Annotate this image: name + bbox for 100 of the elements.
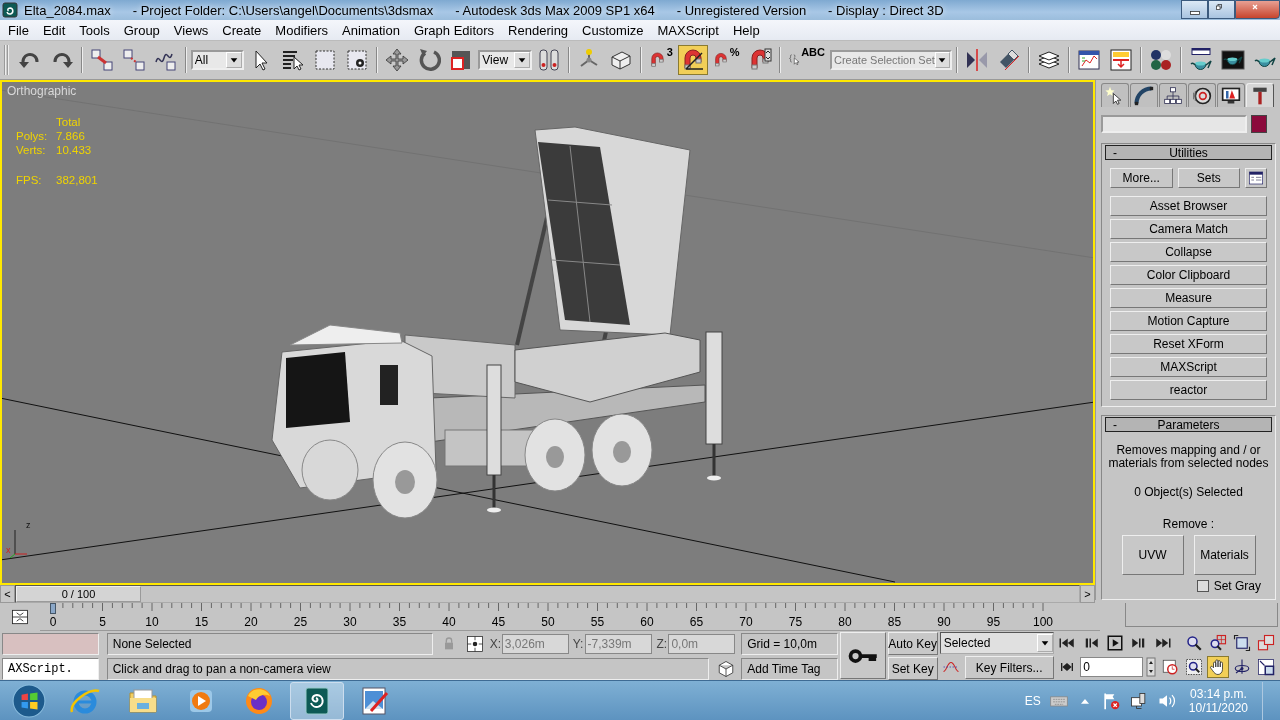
menu-item[interactable]: Modifiers — [268, 22, 336, 38]
sets-button[interactable]: Sets — [1177, 168, 1240, 188]
next-frame-button[interactable]: > — [1080, 585, 1095, 603]
menu-item[interactable]: MAXScript — [650, 22, 726, 38]
caret-icon — [226, 52, 243, 68]
caret-icon — [1036, 634, 1053, 652]
key-filters-button[interactable]: Key Filters... — [964, 656, 1054, 679]
frame-number: 75 — [788, 615, 803, 629]
time-slider-thumb[interactable]: 0 / 100 — [16, 586, 141, 602]
frame-number: 45 — [491, 615, 506, 629]
utility-button[interactable]: Measure — [1110, 288, 1267, 308]
frame-number: 70 — [739, 615, 753, 629]
window-title: - Display : Direct 3D — [828, 2, 944, 18]
checkbox-label: Set Gray — [1213, 579, 1261, 593]
close-button[interactable] — [1235, 0, 1280, 19]
stat-value: 10.433 — [56, 144, 93, 156]
frame-number: 5 — [99, 615, 106, 629]
listener-field[interactable] — [2, 632, 99, 655]
panel-tab[interactable] — [1130, 83, 1158, 107]
selection-set-dropdown[interactable]: Create Selection Set — [830, 50, 952, 70]
utility-button[interactable]: Collapse — [1110, 242, 1267, 262]
menu-item[interactable]: Graph Editors — [406, 22, 502, 38]
axis-label: x — [6, 545, 11, 555]
frame-number: 10 — [145, 615, 159, 629]
menu-item[interactable]: Tools — [72, 22, 117, 38]
utility-button[interactable]: MAXScript — [1110, 357, 1267, 377]
dropdown[interactable]: View — [478, 50, 532, 70]
spinner-icon[interactable] — [1146, 657, 1157, 677]
menu-item[interactable]: Group — [116, 22, 167, 38]
set-key-button[interactable]: Set Key — [887, 657, 938, 680]
utility-button[interactable]: Asset Browser — [1110, 196, 1267, 216]
angle-magnet-icon[interactable] — [677, 45, 708, 75]
arc-icon — [1134, 85, 1154, 106]
window-title: - Unregistered Version — [676, 2, 807, 18]
frame-number: 55 — [590, 615, 605, 629]
utility-button[interactable]: reactor — [1110, 380, 1267, 400]
previous-frame-button[interactable]: < — [0, 585, 15, 603]
frame-number: 95 — [986, 615, 1001, 629]
selection-count: 0 Object(s) Selected — [1133, 485, 1244, 499]
panel-tab[interactable] — [1217, 83, 1245, 107]
hand-icon[interactable] — [1206, 656, 1229, 678]
utility-button[interactable]: Camera Match — [1110, 219, 1267, 239]
monitor-icon — [1221, 85, 1241, 106]
restore-button[interactable] — [1208, 0, 1235, 19]
key-icon[interactable] — [840, 632, 886, 679]
window-title: - Autodesk 3ds Max 2009 SP1 x64 — [455, 2, 655, 18]
frame-number: 65 — [689, 615, 704, 629]
frame-number: 80 — [838, 615, 852, 629]
utility-button[interactable]: Motion Capture — [1110, 311, 1267, 331]
hierarchy-icon — [1163, 85, 1183, 106]
axis-label: z — [26, 520, 31, 530]
auto-key-button[interactable]: Auto Key — [887, 632, 938, 655]
stat-label: Polys: — [16, 130, 49, 142]
wheel-icon — [1192, 85, 1212, 106]
key-mode-dropdown[interactable]: Selected — [939, 632, 1054, 654]
panel-tab[interactable] — [1188, 83, 1216, 107]
remove-button[interactable]: Materials — [1193, 535, 1256, 575]
frame-field[interactable]: 0 — [1080, 657, 1144, 677]
frame-number: 100 — [1033, 615, 1053, 629]
remove-button[interactable]: UVW — [1121, 535, 1184, 575]
utility-button[interactable]: Reset XForm — [1110, 334, 1267, 354]
panel-tab[interactable] — [1159, 83, 1187, 107]
stat-label: Verts: — [16, 144, 47, 156]
frame-number: 15 — [194, 615, 209, 629]
color-swatch[interactable] — [1251, 115, 1267, 133]
frame-number: 60 — [640, 615, 654, 629]
app-icon[interactable] — [2, 2, 18, 18]
menu-item[interactable]: Rendering — [501, 22, 576, 38]
z-label: Z: — [656, 636, 669, 651]
rollout-header[interactable]: - Parameters — [1105, 417, 1272, 432]
menu-item[interactable]: Help — [725, 22, 767, 38]
menu-item[interactable]: Animation — [335, 22, 407, 38]
window-title: - Project Folder: C:\Users\angel\Documents\3dsmax — [132, 2, 434, 18]
dropdown[interactable]: All — [190, 50, 245, 70]
stats-heading: Total — [56, 116, 82, 128]
toolbar-grip[interactable] — [4, 45, 9, 75]
menu-item[interactable]: Views — [166, 22, 216, 38]
name-field[interactable] — [1101, 115, 1247, 133]
menu-item[interactable]: File — [1, 22, 36, 38]
y-label: Y: — [572, 636, 585, 651]
frame-number: 20 — [244, 615, 258, 629]
menu-item[interactable]: Edit — [35, 22, 73, 38]
window-list-icon[interactable] — [1245, 168, 1267, 188]
more-button[interactable]: More... — [1110, 168, 1173, 188]
panel-tab[interactable] — [1101, 83, 1129, 107]
menu-item[interactable]: Create — [215, 22, 269, 38]
rollout-header[interactable]: - Utilities — [1105, 145, 1272, 160]
time-tag[interactable]: Add Time Tag — [741, 657, 838, 680]
frame-number: 35 — [392, 615, 407, 629]
utility-button[interactable]: Color Clipboard — [1110, 265, 1267, 285]
remove-label: Remove : — [1161, 517, 1216, 531]
listener-field[interactable]: AXScript. — [2, 657, 99, 680]
menu-item[interactable]: Customize — [575, 22, 651, 38]
checkbox[interactable] — [1196, 580, 1209, 592]
axis-gizmo-icon — [9, 529, 28, 559]
swirl-app-icon[interactable] — [290, 681, 344, 720]
minimize-button[interactable] — [1181, 0, 1208, 19]
start-orb-icon[interactable] — [12, 683, 46, 718]
current-frame-marker[interactable] — [50, 603, 56, 614]
stat-label: FPS: — [16, 174, 43, 186]
